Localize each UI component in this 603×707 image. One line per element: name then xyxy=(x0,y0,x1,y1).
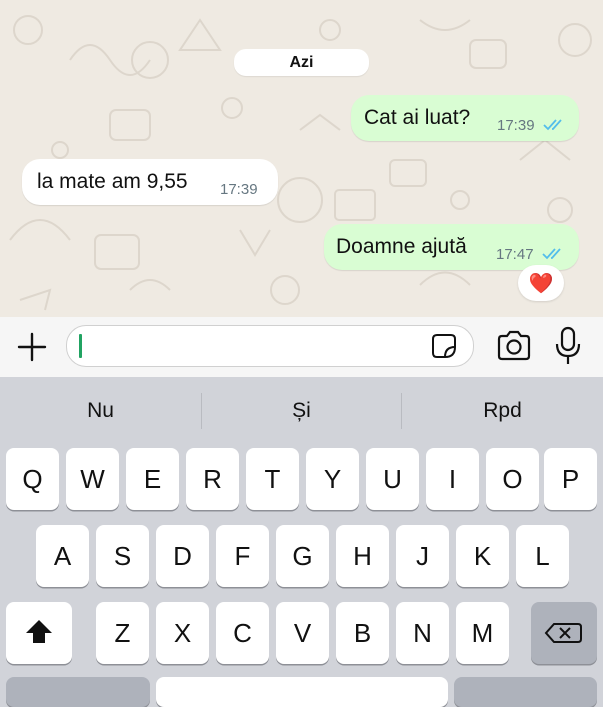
message-text: la mate am 9,55 xyxy=(37,170,188,193)
message-composer xyxy=(0,317,603,377)
message-text: Doamne ajută xyxy=(336,235,467,258)
message-bubble-incoming[interactable]: la mate am 9,55 17:39 xyxy=(22,159,278,205)
key-e[interactable]: E xyxy=(126,448,179,510)
text-cursor xyxy=(79,334,82,358)
key-b[interactable]: B xyxy=(336,602,389,664)
shift-key[interactable] xyxy=(6,602,72,664)
delete-key[interactable] xyxy=(531,602,597,664)
message-time: 17:39 xyxy=(497,117,535,134)
message-time: 17:47 xyxy=(496,246,534,263)
message-time: 17:39 xyxy=(220,181,258,198)
return-key[interactable] xyxy=(454,677,597,707)
key-d[interactable]: D xyxy=(156,525,209,587)
key-l[interactable]: L xyxy=(516,525,569,587)
suggestion-3[interactable]: Rpd xyxy=(402,377,603,443)
message-bubble-outgoing[interactable]: Cat ai luat? 17:39 xyxy=(351,95,579,141)
key-v[interactable]: V xyxy=(276,602,329,664)
key-j[interactable]: J xyxy=(396,525,449,587)
key-r[interactable]: R xyxy=(186,448,239,510)
backspace-icon xyxy=(544,623,582,643)
key-u[interactable]: U xyxy=(366,448,419,510)
key-q[interactable]: Q xyxy=(6,448,59,510)
keyboard: Nu Și Rpd Q W E R T Y U I O P A S D F G … xyxy=(0,377,603,707)
key-k[interactable]: K xyxy=(456,525,509,587)
heart-reaction-icon[interactable]: ❤️ xyxy=(518,265,564,301)
chat-area[interactable]: Azi Cat ai luat? 17:39 la mate am 9,55 1… xyxy=(0,0,603,317)
suggestion-2[interactable]: Și xyxy=(202,377,401,443)
sticker-icon[interactable] xyxy=(431,333,457,359)
key-n[interactable]: N xyxy=(396,602,449,664)
key-s[interactable]: S xyxy=(96,525,149,587)
key-w[interactable]: W xyxy=(66,448,119,510)
key-z[interactable]: Z xyxy=(96,602,149,664)
key-y[interactable]: Y xyxy=(306,448,359,510)
key-t[interactable]: T xyxy=(246,448,299,510)
key-m[interactable]: M xyxy=(456,602,509,664)
key-o[interactable]: O xyxy=(486,448,539,510)
date-separator: Azi xyxy=(234,49,369,76)
key-h[interactable]: H xyxy=(336,525,389,587)
key-c[interactable]: C xyxy=(216,602,269,664)
suggestion-1[interactable]: Nu xyxy=(0,377,201,443)
read-receipt-icon xyxy=(542,248,561,260)
key-x[interactable]: X xyxy=(156,602,209,664)
key-a[interactable]: A xyxy=(36,525,89,587)
key-p[interactable]: P xyxy=(544,448,597,510)
key-f[interactable]: F xyxy=(216,525,269,587)
message-text: Cat ai luat? xyxy=(364,106,471,129)
numbers-key[interactable] xyxy=(6,677,150,707)
message-bubble-outgoing[interactable]: Doamne ajută 17:47 xyxy=(324,224,579,270)
message-input[interactable] xyxy=(66,325,474,367)
camera-icon[interactable] xyxy=(496,329,532,363)
read-receipt-icon xyxy=(543,119,562,131)
microphone-icon[interactable] xyxy=(553,326,583,366)
shift-icon xyxy=(26,620,52,643)
key-g[interactable]: G xyxy=(276,525,329,587)
space-key[interactable] xyxy=(156,677,448,707)
plus-icon[interactable] xyxy=(14,329,50,365)
key-i[interactable]: I xyxy=(426,448,479,510)
